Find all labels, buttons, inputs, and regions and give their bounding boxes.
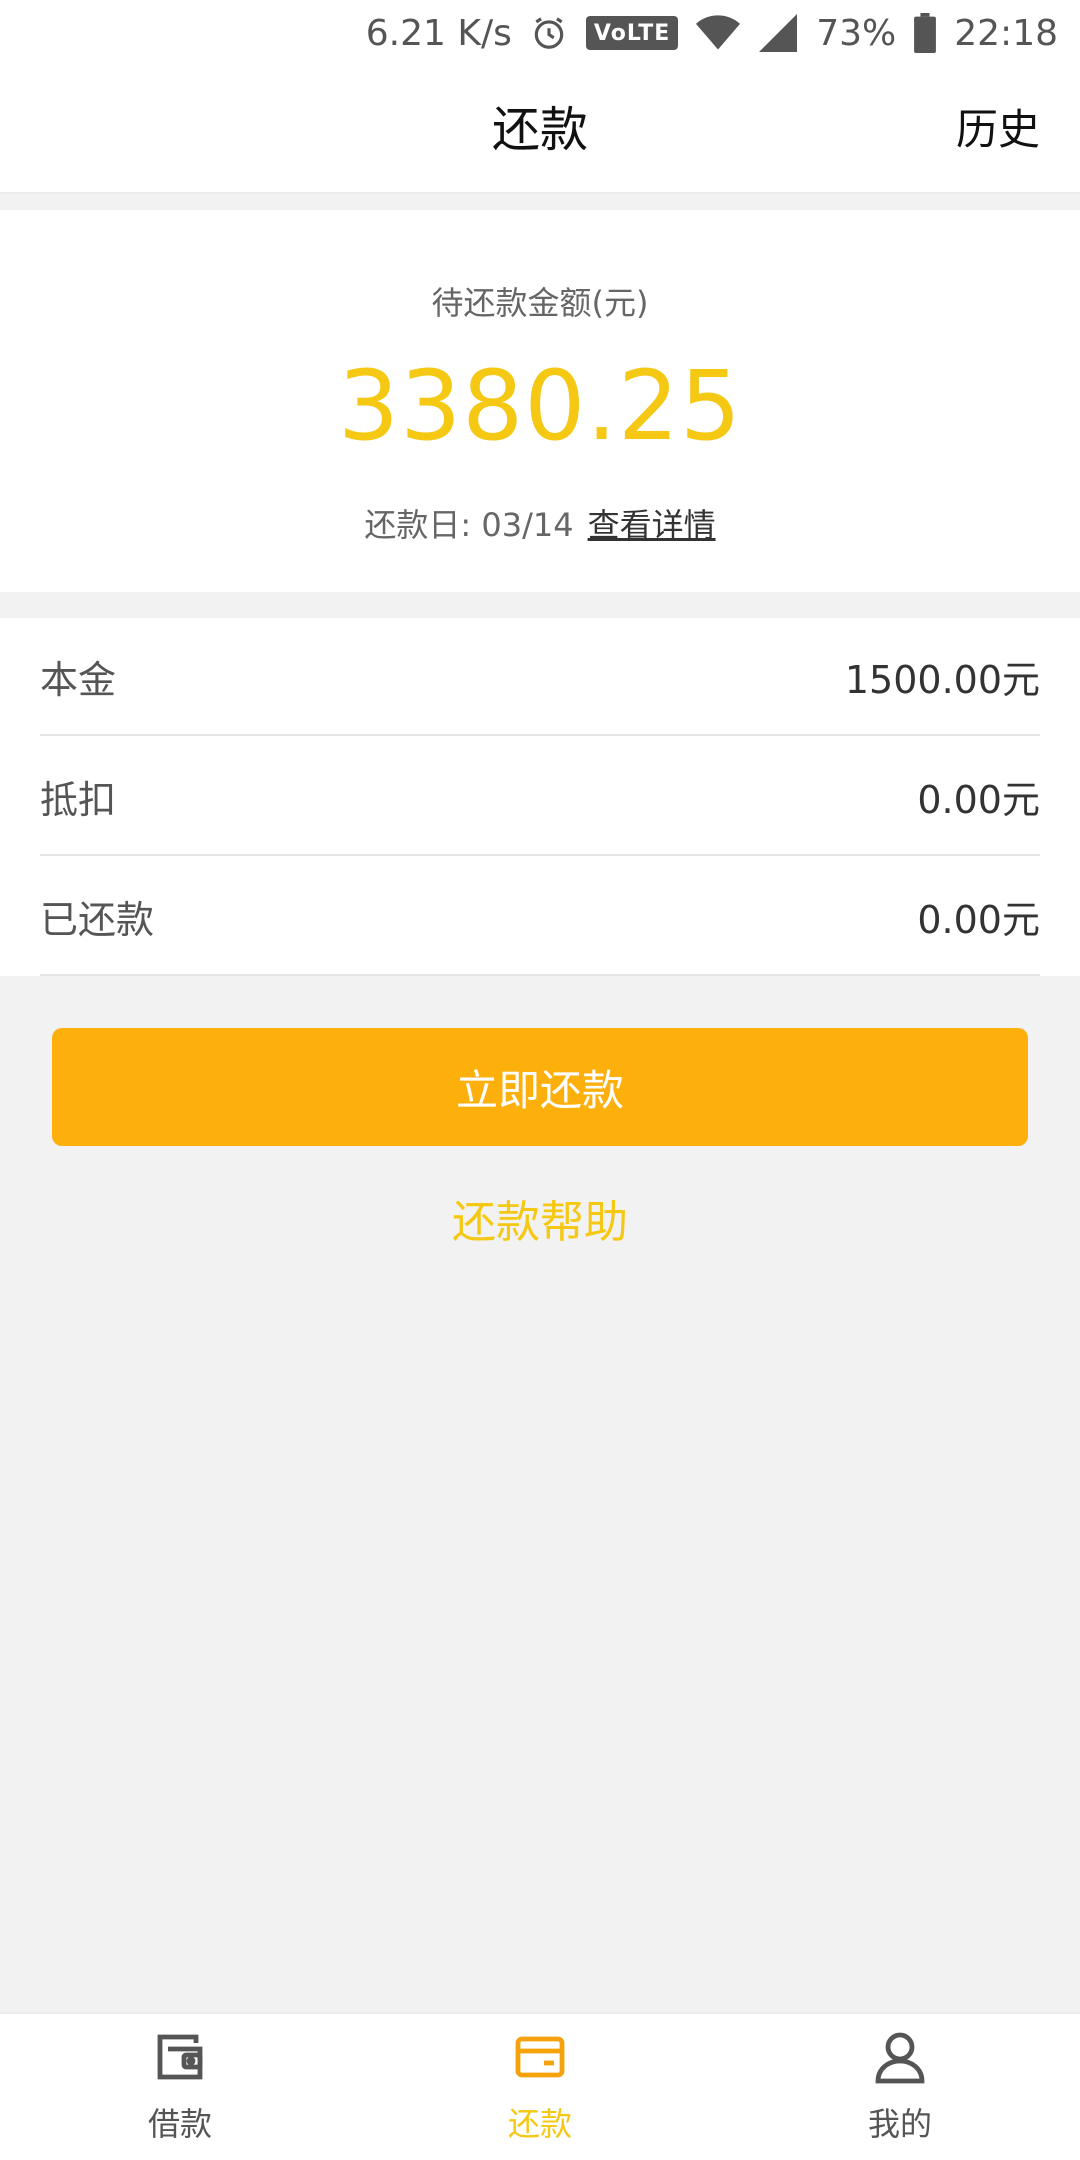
pay-now-button[interactable]: 立即还款 [52,1028,1028,1146]
battery-percent: 73% [816,12,897,54]
breakdown-row-repaid: 已还款 0.00元 [40,858,1040,976]
due-date: 还款日: 03/14 [364,506,574,544]
alarm-icon [530,14,568,52]
nav-label-repay: 还款 [507,2105,572,2143]
repayment-summary-card: 待还款金额(元) 3380.25 还款日: 03/14 查看详情 [0,210,1080,592]
network-speed: 6.21 K/s [365,12,512,54]
user-icon [872,2029,928,2093]
breakdown-row-principal: 本金 1500.00元 [40,618,1040,736]
deduction-value: 0.00元 [917,777,1040,822]
battery-icon [914,13,937,53]
signal-icon [758,14,798,52]
title-bar: 还款 历史 [0,66,1080,194]
amount-label: 待还款金额(元) [431,284,649,322]
app-root: 6.21 K/s VoLTE 73% 22:18 还款 历史 待还款金额(元) … [0,0,1080,2160]
volte-badge: VoLTE [585,16,679,50]
repayment-breakdown-list: 本金 1500.00元 抵扣 0.00元 已还款 0.00元 [0,618,1080,976]
wifi-icon [696,14,741,52]
clock: 22:18 [954,12,1058,54]
amount-due: 3380.25 [338,350,742,462]
principal-value: 1500.00元 [844,657,1040,702]
nav-item-mine[interactable]: 我的 [720,2014,1080,2160]
nav-label-borrow: 借款 [147,2105,212,2143]
repaid-label: 已还款 [40,897,155,942]
status-bar: 6.21 K/s VoLTE 73% 22:18 [0,0,1080,66]
due-date-row: 还款日: 03/14 查看详情 [0,500,1080,546]
view-details-link[interactable]: 查看详情 [588,500,716,546]
nav-item-borrow[interactable]: 借款 [0,2014,360,2160]
history-button[interactable]: 历史 [956,66,1040,194]
nav-label-mine: 我的 [867,2105,932,2143]
deduction-label: 抵扣 [40,777,117,822]
bottom-nav: 借款 还款 我的 [0,2012,1080,2160]
page-title: 还款 [491,102,588,158]
repayment-help-link[interactable]: 还款帮助 [0,1186,1080,1250]
card-icon [512,2029,568,2093]
breakdown-row-deduction: 抵扣 0.00元 [40,738,1040,856]
repaid-value: 0.00元 [917,897,1040,942]
principal-label: 本金 [40,657,117,702]
nav-item-repay[interactable]: 还款 [360,2014,720,2160]
wallet-icon [152,2029,208,2093]
